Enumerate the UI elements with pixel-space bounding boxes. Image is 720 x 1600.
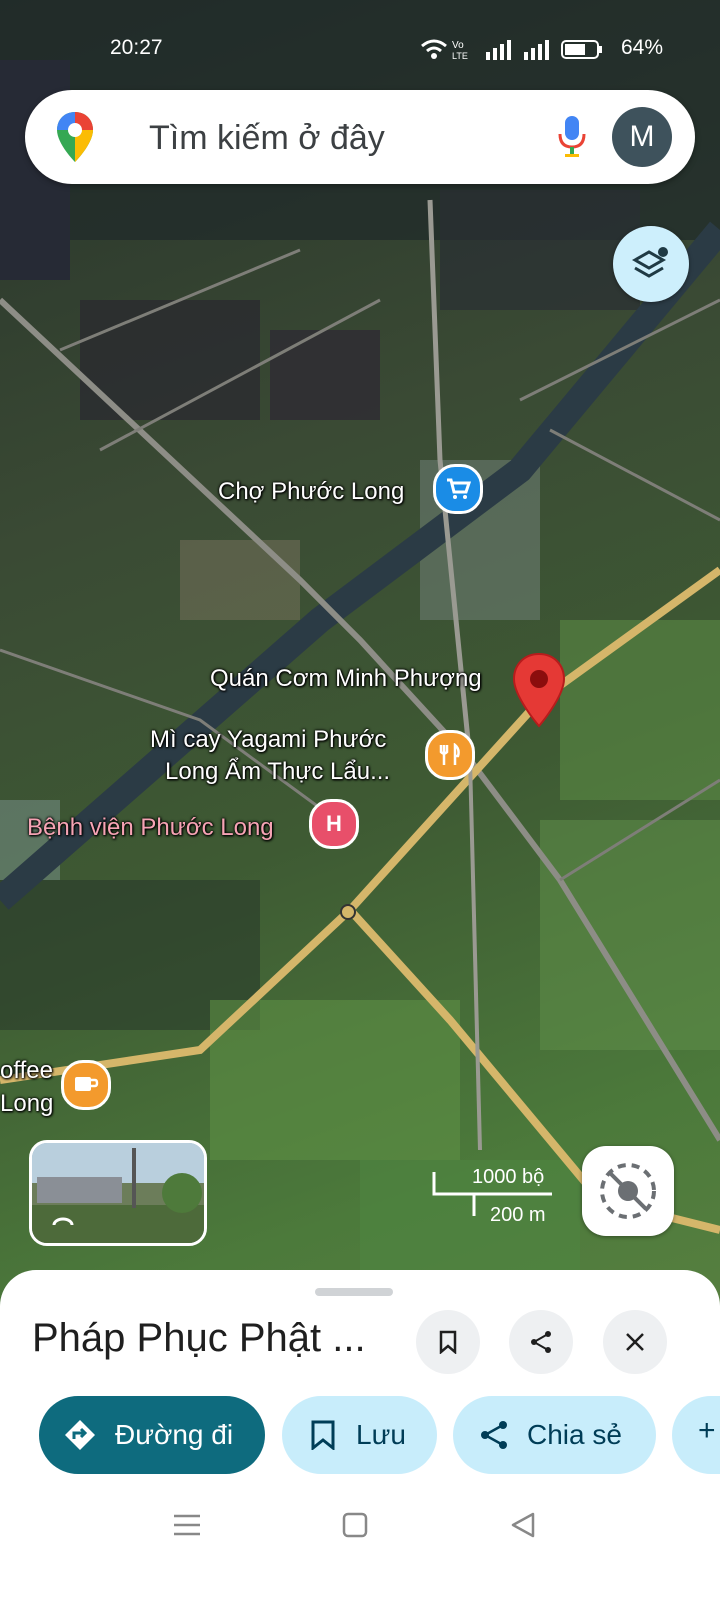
coffee-cup-icon[interactable] [61,1060,111,1110]
save-label: Lưu [356,1419,406,1450]
bookmark-icon [439,1330,457,1354]
close-button[interactable] [603,1310,667,1374]
home-nav-icon[interactable] [341,1511,369,1539]
bookmark-outline-icon [311,1420,335,1450]
map-scale: 1000 bộ 200 m [432,1160,562,1230]
svg-text:Vo: Vo [452,40,464,51]
scale-meters: 200 m [490,1204,546,1226]
more-chip-icon: + [698,1414,716,1447]
location-button[interactable] [582,1146,674,1236]
bookmark-button[interactable] [416,1310,480,1374]
share-label: Chia sẻ [527,1419,622,1450]
svg-text:LTE: LTE [452,51,468,61]
street-view-thumbnail[interactable] [29,1140,207,1246]
location-off-icon [600,1163,656,1219]
hospital-icon[interactable]: H [309,799,359,849]
street-view-photo [32,1143,204,1243]
layers-icon [631,247,668,278]
label-coffee-line1[interactable]: offee [0,1057,53,1085]
label-noodle-line2[interactable]: Long Ẩm Thực Lẩu... [165,758,390,786]
scale-feet: 1000 bộ [472,1166,545,1188]
label-noodle-line1[interactable]: Mì cay Yagami Phước [150,726,386,754]
shopping-cart-icon[interactable] [433,464,483,514]
signal-wifi-icon: Vo LTE [421,39,602,61]
selected-place-pin-icon[interactable] [512,652,566,728]
label-market[interactable]: Chợ Phước Long [218,478,404,506]
restaurant-fork-knife-icon[interactable] [425,730,475,780]
share-button[interactable] [509,1310,573,1374]
microphone-icon[interactable] [557,114,587,158]
layers-button[interactable] [613,226,689,302]
system-nav-bar [0,1480,720,1600]
status-time: 20:27 [110,36,163,59]
back-nav-icon[interactable] [509,1511,537,1539]
directions-icon [65,1420,95,1450]
sheet-drag-handle[interactable] [315,1288,393,1296]
status-bar: 20:27 Vo LTE 64% [0,32,720,64]
share-icon [531,1331,551,1353]
label-restaurant[interactable]: Quán Cơm Minh Phượng [210,665,482,693]
status-icons: Vo LTE [420,36,610,68]
directions-button[interactable]: Đường đi [39,1396,265,1474]
map-imagery [0,0,720,1300]
label-coffee-line2[interactable]: Long [0,1090,53,1118]
share-chip-button[interactable]: Chia sẻ [453,1396,656,1474]
battery-percent: 64% [621,36,664,59]
maps-logo-icon [57,112,93,162]
share-icon [481,1421,507,1449]
label-hospital[interactable]: Bệnh viện Phước Long [27,814,274,842]
satellite-map[interactable] [0,0,720,1320]
directions-label: Đường đi [115,1419,234,1450]
close-icon [626,1333,644,1351]
place-title: Pháp Phục Phật ... [32,1316,366,1360]
search-input[interactable]: Tìm kiếm ở đây [149,119,385,158]
search-bar[interactable]: Tìm kiếm ở đây [25,90,695,184]
account-avatar[interactable]: M [612,107,672,167]
menu-nav-icon[interactable] [172,1512,202,1538]
save-button[interactable]: Lưu [282,1396,437,1474]
